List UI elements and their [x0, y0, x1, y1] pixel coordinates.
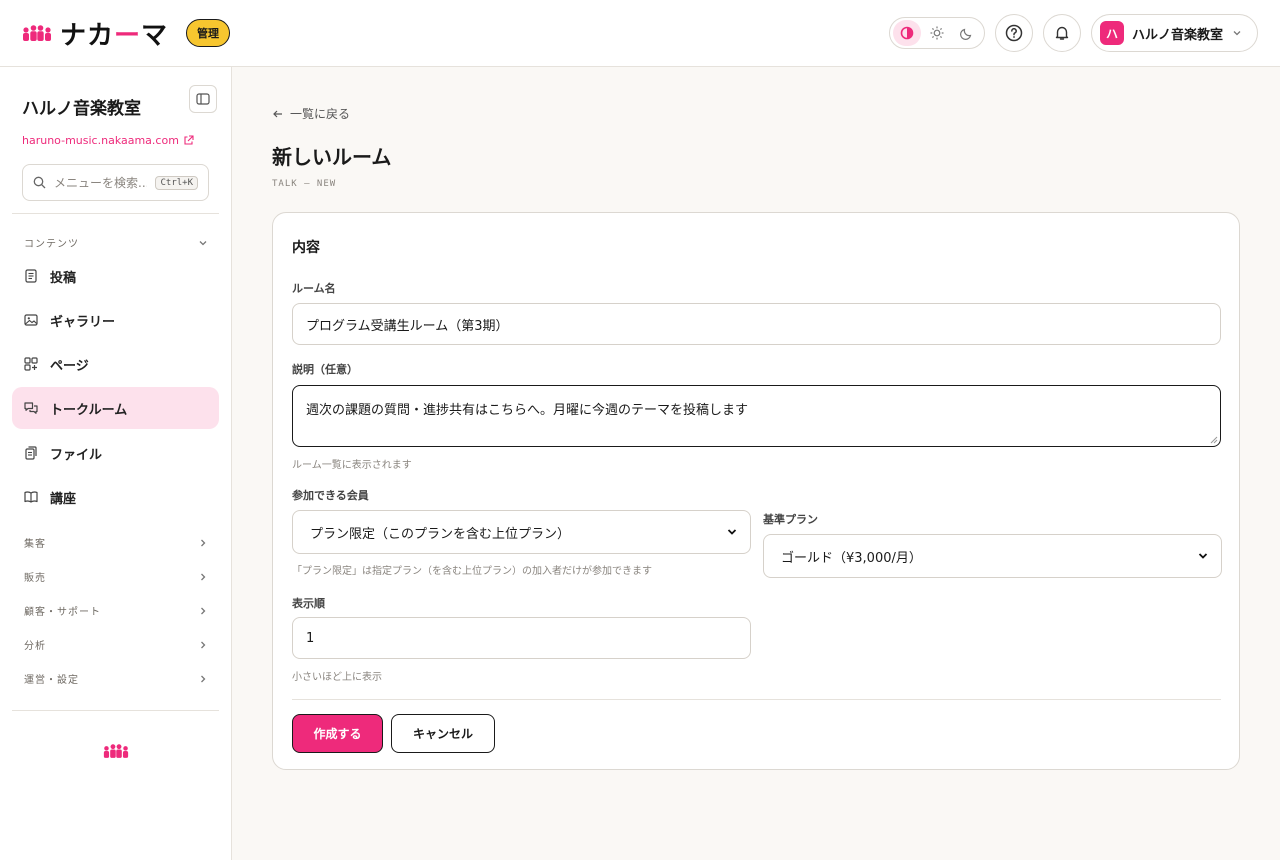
- section-analytics[interactable]: 分析: [24, 637, 209, 652]
- footer-logo-icon: [103, 743, 129, 763]
- search-shortcut: Ctrl+K: [155, 175, 198, 190]
- sidebar-divider: [12, 710, 219, 711]
- content-form-card: 内容 ルーム名 プログラム受講生ルーム（第3期） 説明（任意） 週次の課題の質問…: [272, 212, 1240, 770]
- page-subtitle: TALK — NEW: [272, 179, 337, 189]
- page-title: 新しいルーム: [272, 145, 392, 169]
- description-label: 説明（任意）: [292, 363, 358, 376]
- section-operations-settings[interactable]: 運営・設定: [24, 671, 209, 686]
- document-icon: [25, 269, 37, 283]
- chevron-right-icon: [201, 641, 206, 648]
- room-name-label: ルーム名: [292, 282, 336, 295]
- logo-text: ナカーマ: [60, 20, 169, 51]
- section-content[interactable]: コンテンツ: [24, 235, 209, 250]
- card-divider: [292, 699, 1221, 700]
- room-name-input[interactable]: プログラム受講生ルーム（第3期）: [292, 303, 1221, 345]
- bell-icon: [1055, 26, 1069, 40]
- account-switcher[interactable]: ハ ハルノ音楽教室: [1090, 14, 1258, 52]
- theme-light-button[interactable]: [923, 20, 951, 46]
- workspace-title: ハルノ音楽教室: [22, 99, 141, 119]
- app-logo[interactable]: ナカーマ 管理: [22, 15, 231, 52]
- people-logo-icon: [22, 24, 52, 42]
- section-sales[interactable]: 販売: [24, 569, 209, 584]
- book-icon: [24, 491, 38, 503]
- account-name: ハルノ音楽教室: [1131, 27, 1223, 43]
- sidebar-item-posts[interactable]: 投稿: [12, 255, 219, 297]
- arrow-left-icon: [273, 110, 282, 117]
- sun-icon: [930, 26, 944, 40]
- chevron-down-icon: [727, 529, 737, 535]
- sidebar-item-talkroom[interactable]: トークルーム: [12, 387, 219, 429]
- card-title: 内容: [292, 240, 320, 256]
- theme-toggle: [888, 17, 985, 49]
- section-customer-support[interactable]: 顧客・サポート: [24, 603, 209, 618]
- moon-icon: [960, 28, 972, 40]
- sidebar-item-courses[interactable]: 講座: [12, 476, 219, 518]
- admin-badge: 管理: [186, 19, 231, 47]
- notifications-button[interactable]: [1042, 14, 1081, 52]
- display-order-hint: 小さいほど上に表示: [292, 672, 382, 683]
- display-order-input[interactable]: 1: [292, 617, 751, 659]
- external-link-icon: [184, 135, 194, 145]
- resize-handle-icon[interactable]: [1210, 436, 1218, 444]
- sidebar-panel-icon: [196, 93, 210, 105]
- files-icon: [25, 446, 37, 460]
- description-textarea[interactable]: 週次の課題の質問・進捗共有はこちらへ。月曜に今週のテーマを投稿します: [292, 385, 1221, 447]
- search-icon: [33, 176, 46, 189]
- base-plan-label: 基準プラン: [763, 513, 818, 526]
- help-button[interactable]: [994, 14, 1033, 52]
- menu-search[interactable]: メニューを検索... Ctrl+K: [22, 164, 209, 201]
- main-content: 一覧に戻る 新しいルーム TALK — NEW 内容 ルーム名 プログラム受講生…: [232, 67, 1280, 860]
- cancel-button[interactable]: キャンセル: [391, 714, 495, 753]
- base-plan-select[interactable]: ゴールド（¥3,000/月）: [763, 534, 1222, 578]
- members-select[interactable]: プラン限定（このプランを含む上位プラン）: [292, 510, 751, 554]
- sidebar-divider: [12, 213, 219, 214]
- sidebar-item-files[interactable]: ファイル: [12, 432, 219, 474]
- sidebar: ハルノ音楽教室 haruno-music.nakaama.com メニューを検索…: [0, 67, 232, 860]
- section-acquisition[interactable]: 集客: [24, 535, 209, 550]
- chevron-down-icon: [1233, 31, 1241, 36]
- chevron-right-icon: [201, 675, 206, 682]
- theme-auto-button[interactable]: [892, 20, 921, 46]
- sidebar-item-pages[interactable]: ページ: [12, 343, 219, 385]
- members-hint: 「プラン限定」は指定プラン（を含む上位プラン）の加入者だけが参加できます: [292, 566, 652, 577]
- create-button[interactable]: 作成する: [292, 714, 383, 753]
- contrast-icon: [900, 26, 914, 40]
- chevron-right-icon: [201, 607, 206, 614]
- help-icon: [1005, 24, 1023, 42]
- account-avatar: ハ: [1099, 21, 1124, 45]
- site-url-link[interactable]: haruno-music.nakaama.com: [22, 134, 194, 147]
- layout-icon: [24, 357, 38, 371]
- top-header: ナカーマ 管理 ハ ハルノ音楽教室: [0, 0, 1280, 67]
- chevron-down-icon: [1198, 553, 1208, 559]
- chevron-right-icon: [201, 539, 206, 546]
- chevron-down-icon: [199, 240, 207, 245]
- description-hint: ルーム一覧に表示されます: [292, 460, 412, 471]
- back-to-list-link[interactable]: 一覧に戻る: [272, 105, 350, 122]
- sidebar-collapse-button[interactable]: [189, 85, 217, 113]
- display-order-label: 表示順: [292, 597, 325, 610]
- image-icon: [24, 314, 38, 326]
- theme-dark-button[interactable]: [953, 20, 981, 46]
- sidebar-item-gallery[interactable]: ギャラリー: [12, 299, 219, 341]
- chevron-right-icon: [201, 573, 206, 580]
- search-placeholder: メニューを検索...: [54, 176, 148, 190]
- chat-icon: [24, 402, 38, 414]
- members-label: 参加できる会員: [292, 489, 369, 502]
